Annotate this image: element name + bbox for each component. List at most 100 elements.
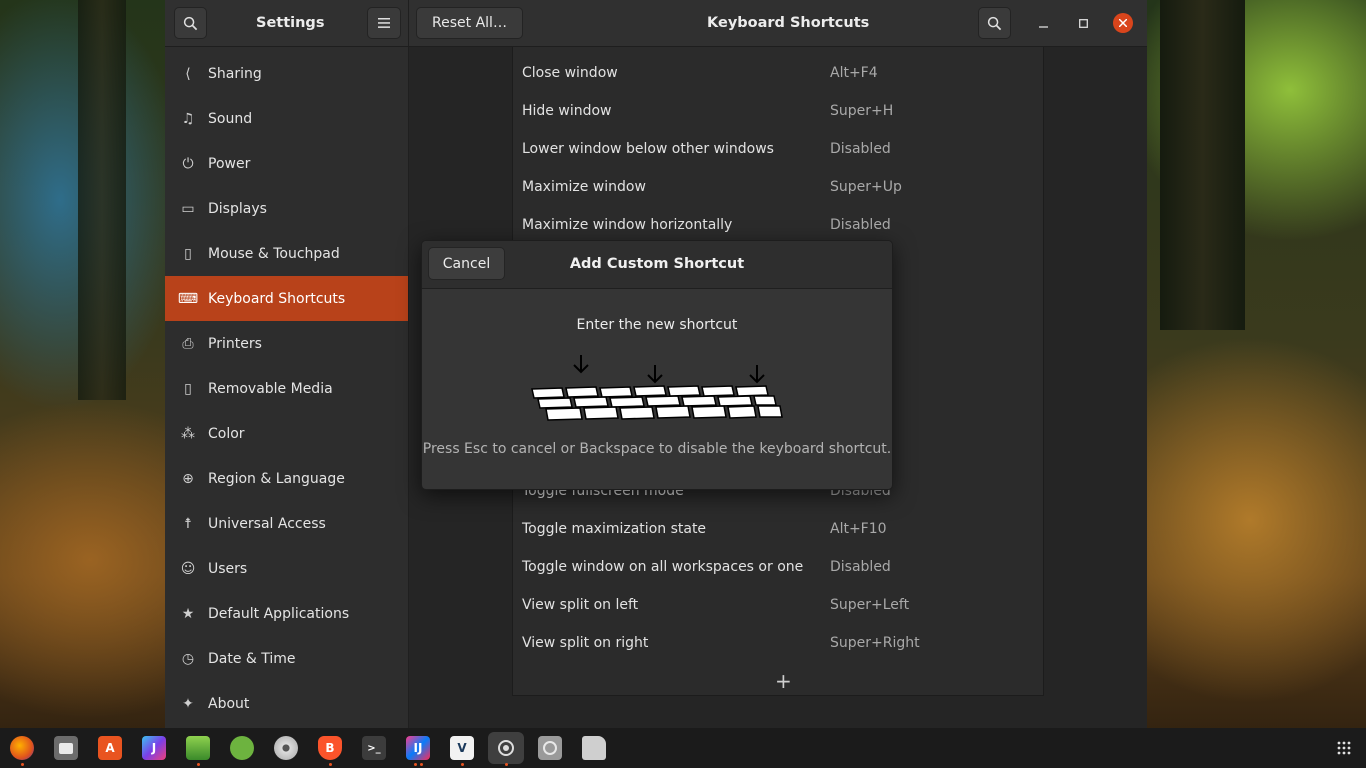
sidebar-item-sound[interactable]: ♫ Sound: [165, 96, 408, 141]
display-icon: ▭: [181, 200, 195, 217]
shortcut-row[interactable]: Close window Alt+F4: [513, 54, 1043, 92]
mouse-icon: ▯: [184, 245, 192, 262]
sidebar-item-label: Users: [208, 560, 248, 577]
sidebar-item-label: Mouse & Touchpad: [208, 245, 340, 262]
spring-icon[interactable]: [230, 736, 254, 760]
add-custom-shortcut-dialog: Add Custom Shortcut Cancel Enter the new…: [421, 240, 893, 490]
sidebar-item-power[interactable]: ⏻ Power: [165, 141, 408, 186]
shortcut-name: Toggle maximization state: [522, 521, 707, 537]
gear-icon: [498, 740, 514, 756]
maximize-icon: [1078, 18, 1088, 28]
shortcut-name: Maximize window: [522, 179, 646, 195]
clock-icon: ◷: [181, 650, 195, 667]
shortcut-keys: Disabled: [830, 217, 891, 233]
search-icon: [183, 16, 198, 30]
files-icon[interactable]: [54, 736, 78, 760]
sidebar-item-displays[interactable]: ▭ Displays: [165, 186, 408, 231]
shortcut-search-button[interactable]: [978, 7, 1011, 39]
disk-icon[interactable]: [274, 736, 298, 760]
printer-icon: ⎙: [182, 335, 194, 352]
running-indicator: [329, 763, 332, 766]
cancel-button[interactable]: Cancel: [428, 247, 505, 280]
sidebar-item-removable-media[interactable]: ▯ Removable Media: [165, 366, 408, 411]
vscodium-icon[interactable]: V: [450, 736, 474, 760]
running-indicator: [420, 763, 423, 766]
shortcut-row[interactable]: Hide window Super+H: [513, 92, 1043, 130]
shortcut-row[interactable]: Toggle window on all workspaces or one Di…: [513, 548, 1043, 586]
sidebar-item-label: Printers: [208, 335, 262, 352]
running-indicator: [414, 763, 417, 766]
sidebar-item-label: Sound: [208, 110, 253, 127]
page-title: Keyboard Shortcuts: [707, 15, 870, 31]
sidebar-item-printers[interactable]: ⎙ Printers: [165, 321, 408, 366]
menu-button[interactable]: [367, 7, 401, 39]
shortcut-keys: Super+Right: [830, 635, 920, 651]
sidebar-item-users[interactable]: ☺ Users: [165, 546, 408, 591]
sidebar-item-label: Universal Access: [208, 515, 326, 532]
wallpaper-tree-trunk: [78, 0, 126, 400]
sidebar-item-label: Keyboard Shortcuts: [208, 290, 346, 307]
sidebar-item-default-applications[interactable]: ★ Default Applications: [165, 591, 408, 636]
dock-taskbar: A J B >_ IJ V: [0, 728, 1366, 768]
reset-all-button[interactable]: Reset All…: [416, 7, 523, 39]
sd-card-icon[interactable]: [582, 736, 606, 760]
sidebar-item-label: Color: [208, 425, 245, 442]
running-indicator: [505, 763, 508, 766]
header-bar: Settings Reset All… Keyboard Shortcuts: [165, 0, 1147, 47]
image-viewer-icon[interactable]: [186, 736, 210, 760]
settings-sidebar: ⟨ Sharing ♫ Sound ⏻ Power ▭ Displays ▯ Mouse …: [165, 47, 409, 728]
search-button[interactable]: [174, 7, 207, 39]
settings-icon[interactable]: [488, 732, 524, 764]
shortcut-row[interactable]: View split on right Super+Right: [513, 624, 1043, 662]
minimize-button[interactable]: [1033, 13, 1053, 33]
shortcut-name: View split on right: [522, 635, 649, 651]
sidebar-item-color[interactable]: ⁂ Color: [165, 411, 408, 456]
sidebar-header: Settings: [165, 0, 409, 46]
shortcut-row[interactable]: Lower window below other windows Disabled: [513, 130, 1043, 168]
maximize-button[interactable]: [1073, 13, 1093, 33]
globe-icon: ⊕: [182, 470, 194, 487]
jetbrains-toolbox-icon[interactable]: J: [142, 736, 166, 760]
sidebar-item-universal-access[interactable]: ☨ Universal Access: [165, 501, 408, 546]
shortcut-row[interactable]: Maximize window horizontally Disabled: [513, 206, 1043, 244]
firefox-icon[interactable]: [10, 736, 34, 760]
sparkle-icon: ✦: [182, 695, 194, 712]
hamburger-menu-icon: [378, 18, 390, 28]
software-center-icon[interactable]: A: [98, 736, 122, 760]
sidebar-item-region-language[interactable]: ⊕ Region & Language: [165, 456, 408, 501]
intellij-icon[interactable]: IJ: [406, 736, 430, 760]
sidebar-title: Settings: [256, 15, 325, 31]
brave-icon[interactable]: B: [318, 736, 342, 760]
sidebar-item-label: Removable Media: [208, 380, 333, 397]
shortcut-keys: Super+Up: [830, 179, 902, 195]
sidebar-item-date-time[interactable]: ◷ Date & Time: [165, 636, 408, 681]
sidebar-item-label: About: [208, 695, 250, 712]
shortcut-keys: Super+H: [830, 103, 894, 119]
sidebar-item-label: Region & Language: [208, 470, 345, 487]
add-shortcut-button[interactable]: +: [775, 669, 792, 693]
shortcut-row[interactable]: Toggle maximization state Alt+F10: [513, 510, 1043, 548]
app-grid-icon[interactable]: [1332, 736, 1356, 760]
close-button[interactable]: [1113, 13, 1133, 33]
sidebar-item-keyboard-shortcuts[interactable]: ⌨ Keyboard Shortcuts: [165, 276, 408, 321]
sidebar-item-about[interactable]: ✦ About: [165, 681, 408, 726]
shortcut-row[interactable]: View split on left Super+Left: [513, 586, 1043, 624]
terminal-icon[interactable]: >_: [362, 736, 386, 760]
shortcut-keys: Super+Left: [830, 597, 910, 613]
shortcut-keys: Alt+F4: [830, 65, 878, 81]
search-icon: [987, 16, 1002, 30]
color-icon: ⁂: [181, 425, 195, 442]
shortcut-name: Hide window: [522, 103, 612, 119]
optical-drive-icon[interactable]: [538, 736, 562, 760]
music-note-icon: ♫: [181, 110, 195, 127]
sidebar-item-label: Date & Time: [208, 650, 296, 667]
shortcut-keys: Alt+F10: [830, 521, 887, 537]
sidebar-item-mouse-touchpad[interactable]: ▯ Mouse & Touchpad: [165, 231, 408, 276]
shortcut-row[interactable]: Maximize window Super+Up: [513, 168, 1043, 206]
share-icon: ⟨: [185, 65, 191, 82]
sidebar-item-sharing[interactable]: ⟨ Sharing: [165, 51, 408, 96]
sidebar-item-label: Sharing: [208, 65, 262, 82]
keyboard-illustration-icon: [531, 355, 783, 421]
minimize-icon: [1038, 25, 1048, 28]
dialog-prompt: Enter the new shortcut: [576, 317, 738, 333]
